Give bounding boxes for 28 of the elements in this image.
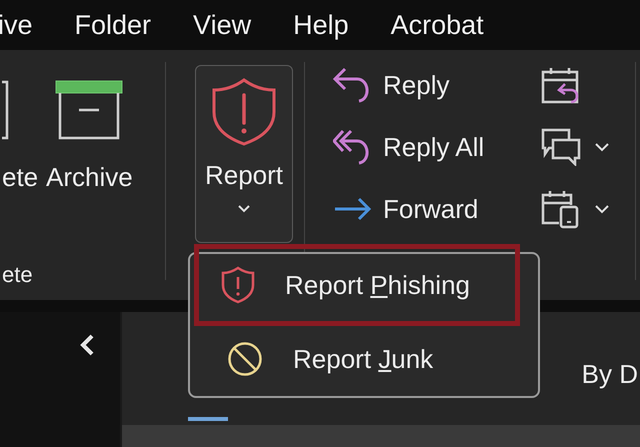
menu-tab[interactable]: Folder <box>74 10 152 40</box>
right-arrow-icon <box>333 197 373 221</box>
report-phishing-item[interactable]: Report Phishing <box>194 244 520 326</box>
calendar-reply-icon <box>541 66 582 104</box>
caret-icon <box>238 205 250 213</box>
caret-icon[interactable] <box>595 142 610 152</box>
menu-tab[interactable]: Help <box>293 10 349 40</box>
menu-tab[interactable]: Acrobat <box>390 10 484 40</box>
archive-icon <box>55 80 124 140</box>
menu-tab[interactable]: ive <box>0 10 33 40</box>
group-label: ete <box>2 262 33 288</box>
delete-button[interactable]: ete <box>2 80 40 193</box>
report-button[interactable]: Report <box>195 65 293 243</box>
sort-label[interactable]: By D <box>582 359 638 390</box>
caret-icon[interactable] <box>595 204 610 214</box>
tab-indicator <box>188 417 228 421</box>
prohibited-icon <box>227 341 263 378</box>
report-junk-item[interactable]: Report Junk <box>194 326 534 392</box>
reply-button[interactable]: Reply <box>333 66 512 104</box>
forward-button[interactable]: Forward <box>333 190 512 228</box>
chat-bubbles-icon <box>541 128 582 166</box>
calendar-phone-icon <box>541 189 582 229</box>
archive-button[interactable]: Archive <box>46 80 133 193</box>
shield-alert-icon <box>211 78 277 146</box>
menu-tab[interactable]: View <box>193 10 252 40</box>
reply-all-button[interactable]: Reply All <box>333 128 512 166</box>
shield-alert-icon <box>221 266 255 304</box>
collapse-chevron-icon[interactable] <box>80 334 94 356</box>
